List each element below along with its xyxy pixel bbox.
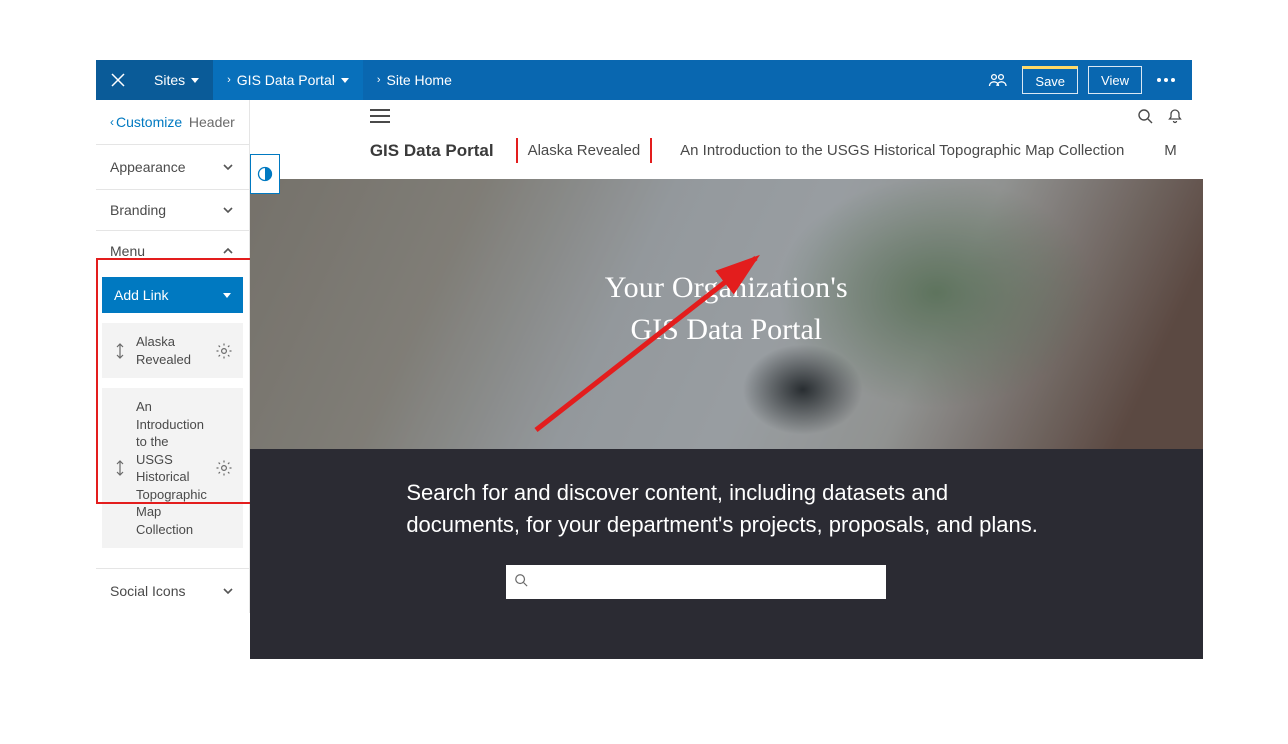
preview-nav: GIS Data Portal Alaska Revealed An Intro… — [370, 138, 1183, 163]
collaborate-button[interactable] — [984, 66, 1012, 94]
brand-title[interactable]: GIS Data Portal — [370, 141, 494, 161]
nav-item-alaska[interactable]: Alaska Revealed — [522, 138, 647, 163]
section-label: Social Icons — [110, 583, 185, 599]
hero-line2: GIS Data Portal — [250, 313, 1203, 347]
more-button[interactable] — [1152, 66, 1180, 94]
sites-label: Sites — [154, 72, 185, 88]
menu-link-item[interactable]: Alaska Revealed — [102, 323, 243, 378]
chevron-down-icon — [221, 160, 235, 174]
search-icon — [514, 573, 528, 587]
menu-link-label: Alaska Revealed — [136, 333, 207, 368]
section-label: Branding — [110, 202, 166, 218]
chevron-left-icon: ‹ — [110, 115, 114, 129]
dots-icon — [1157, 78, 1175, 82]
portal-label: GIS Data Portal — [237, 72, 335, 88]
search-band: Search for and discover content, includi… — [250, 449, 1203, 659]
menu-link-label: An Introduction to the USGS Historical T… — [136, 398, 207, 538]
breadcrumb-sitehome[interactable]: › Site Home — [363, 60, 466, 100]
chevron-right-icon: › — [377, 74, 381, 86]
hamburger-button[interactable] — [370, 109, 390, 123]
sidebar: ‹ Customize Header Appearance Branding — [96, 100, 250, 613]
nav-item-usgs[interactable]: An Introduction to the USGS Historical T… — [674, 138, 1130, 163]
section-appearance[interactable]: Appearance — [96, 145, 249, 190]
sites-menu[interactable]: Sites — [140, 60, 213, 100]
chevron-up-icon — [221, 244, 235, 258]
view-label: View — [1101, 73, 1129, 88]
nav-item-label: M — [1164, 142, 1177, 159]
section-branding[interactable]: Branding — [96, 190, 249, 231]
preview: GIS Data Portal Alaska Revealed An Intro… — [250, 100, 1203, 659]
panel-title: Header — [189, 114, 235, 130]
close-icon — [110, 72, 126, 88]
save-button[interactable]: Save — [1022, 66, 1078, 94]
close-button[interactable] — [96, 60, 140, 100]
chevron-right-icon: › — [227, 74, 231, 86]
sitehome-label: Site Home — [387, 72, 452, 88]
menu-link-item[interactable]: An Introduction to the USGS Historical T… — [102, 388, 243, 548]
section-label: Menu — [110, 243, 145, 259]
section-social[interactable]: Social Icons — [96, 569, 249, 613]
gear-icon[interactable] — [215, 342, 233, 360]
hero-line1: Your Organization's — [250, 271, 1203, 305]
drag-handle-icon[interactable] — [112, 460, 128, 476]
view-button[interactable]: View — [1088, 66, 1142, 94]
search-wrap — [506, 565, 886, 599]
search-icon[interactable] — [1137, 108, 1153, 124]
nav-item-label: An Introduction to the USGS Historical T… — [680, 142, 1124, 159]
preview-header: GIS Data Portal Alaska Revealed An Intro… — [250, 100, 1203, 179]
nav-item-truncated[interactable]: M — [1158, 138, 1183, 163]
contrast-icon — [257, 166, 273, 182]
sidebar-head: ‹ Customize Header — [96, 100, 249, 145]
save-label: Save — [1035, 74, 1065, 89]
breadcrumb-portal[interactable]: › GIS Data Portal — [213, 60, 363, 100]
add-link-label: Add Link — [114, 287, 168, 303]
people-icon — [988, 72, 1008, 88]
chevron-down-icon — [221, 203, 235, 217]
section-label: Appearance — [110, 159, 186, 175]
gear-icon[interactable] — [215, 459, 233, 477]
back-label: Customize — [116, 114, 182, 130]
chevron-down-icon — [221, 584, 235, 598]
menu-body: Add Link Alaska Revealed — [96, 277, 249, 569]
caret-down-icon — [341, 78, 349, 83]
add-link-button[interactable]: Add Link — [102, 277, 243, 313]
topbar: Sites › GIS Data Portal › Site Home Save — [96, 60, 1192, 100]
contrast-toggle[interactable] — [250, 154, 280, 194]
nav-item-label: Alaska Revealed — [528, 142, 641, 159]
search-input[interactable] — [506, 565, 886, 599]
bell-icon[interactable] — [1167, 108, 1183, 124]
back-link[interactable]: ‹ Customize — [110, 114, 182, 130]
band-text: Search for and discover content, includi… — [406, 477, 1046, 541]
drag-handle-icon[interactable] — [112, 343, 128, 359]
caret-down-icon — [223, 293, 231, 298]
section-menu[interactable]: Menu — [96, 231, 249, 271]
caret-down-icon — [191, 78, 199, 83]
hero: Your Organization's GIS Data Portal — [250, 179, 1203, 449]
